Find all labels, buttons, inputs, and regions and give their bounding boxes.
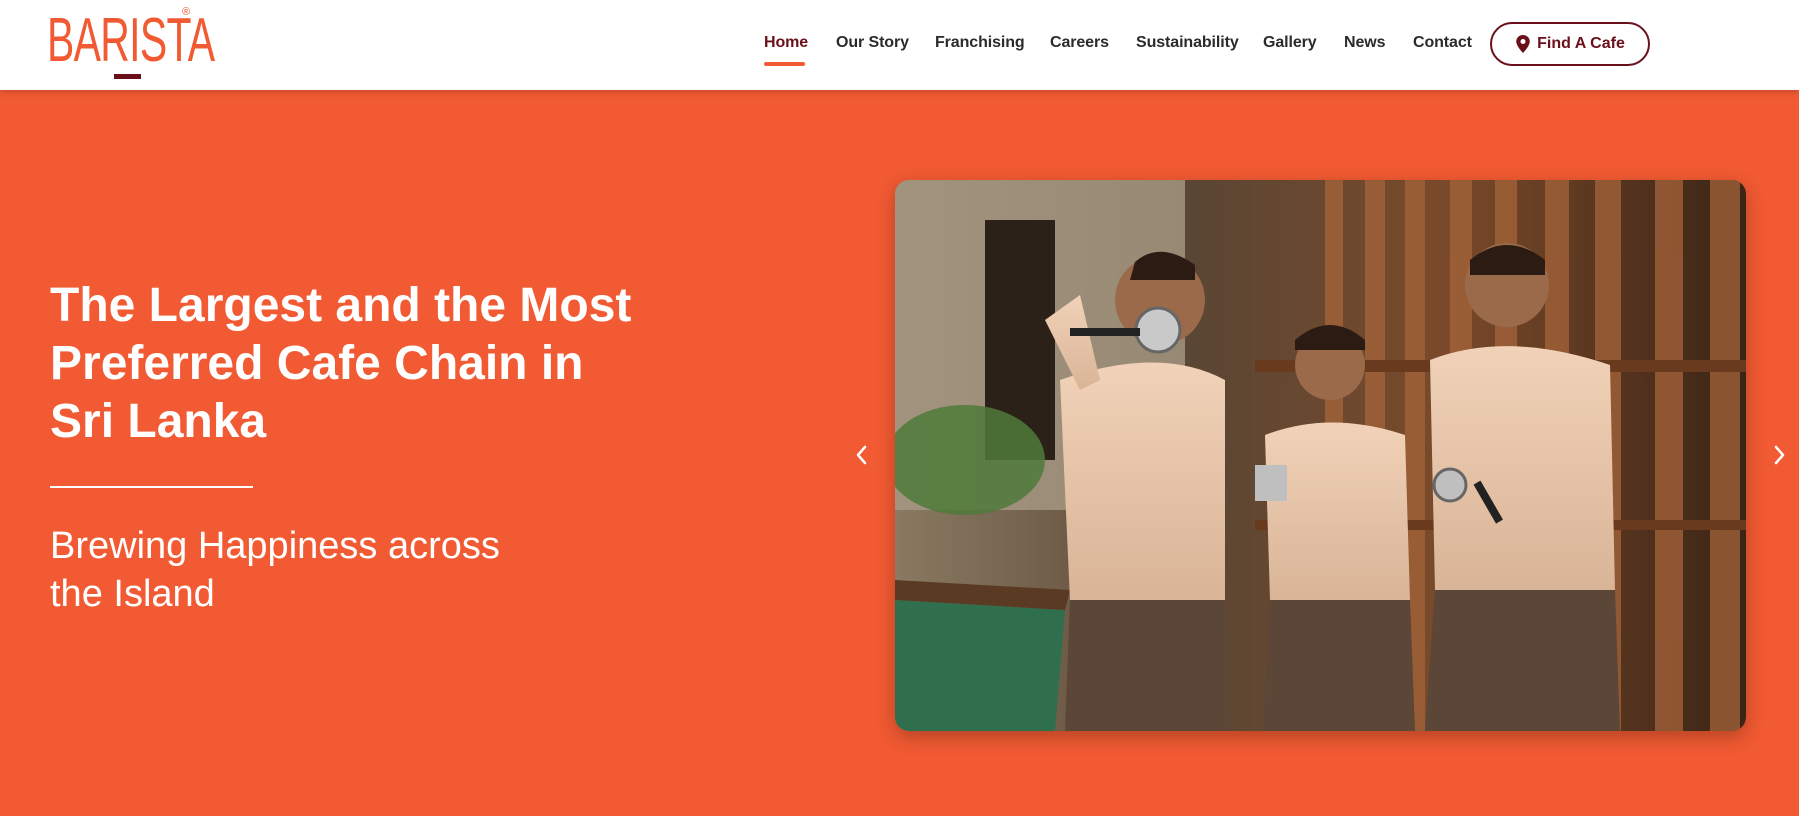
find-a-cafe-button[interactable]: Find A Cafe (1490, 22, 1650, 66)
hero-title-line: Sri Lanka (50, 395, 267, 448)
hero-subtitle-line: the Island (50, 573, 215, 615)
carousel-next-button[interactable] (1765, 440, 1795, 470)
find-a-cafe-label: Find A Cafe (1537, 35, 1625, 52)
hero-title-line: The Largest and the Most (50, 279, 632, 332)
hero-subtitle-line: Brewing Happiness across (50, 525, 500, 567)
nav-active-underline (764, 62, 805, 66)
hero-title: The Largest and the Most Preferred Cafe … (50, 277, 690, 451)
nav-careers[interactable]: Careers (1050, 34, 1109, 52)
nav-our-story[interactable]: Our Story (836, 34, 909, 52)
baristas-photo (895, 180, 1746, 731)
nav-gallery[interactable]: Gallery (1263, 34, 1317, 52)
hero-title-line: Preferred Cafe Chain in (50, 337, 584, 390)
hero-photo (895, 180, 1746, 731)
site-header: BARISTA ® Home Our Story Franchising Car… (0, 0, 1799, 90)
nav-home[interactable]: Home (764, 34, 808, 52)
chevron-right-icon (1774, 445, 1785, 465)
chevron-left-icon (856, 445, 867, 465)
hero-divider (50, 486, 253, 488)
nav-franchising[interactable]: Franchising (935, 34, 1025, 52)
nav-sustainability[interactable]: Sustainability (1136, 34, 1239, 52)
nav-contact[interactable]: Contact (1413, 34, 1472, 52)
map-pin-icon (1516, 35, 1530, 53)
hero-subtitle: Brewing Happiness across the Island (50, 522, 500, 618)
carousel-prev-button[interactable] (846, 440, 876, 470)
nav-news[interactable]: News (1344, 34, 1386, 52)
